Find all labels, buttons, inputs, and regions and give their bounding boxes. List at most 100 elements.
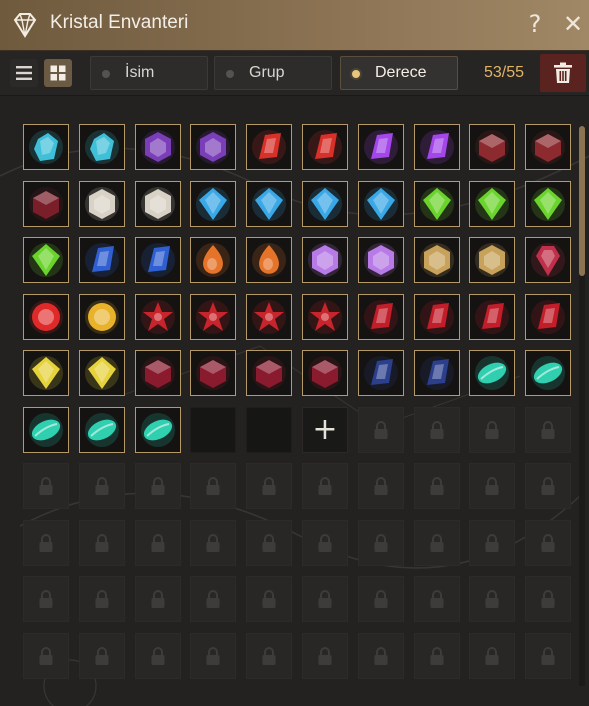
purple-hexagon-icon — [141, 130, 175, 164]
locked-slot — [358, 407, 404, 453]
crystal-slot[interactable] — [23, 237, 69, 283]
crystal-slot[interactable] — [414, 294, 460, 340]
vertical-scrollbar[interactable] — [579, 126, 585, 686]
crystal-slot[interactable] — [302, 237, 348, 283]
crystal-slot[interactable] — [358, 237, 404, 283]
crystal-slot[interactable] — [135, 237, 181, 283]
lock-icon — [374, 590, 388, 608]
crystal-slot[interactable] — [190, 350, 236, 396]
grid-view-button[interactable] — [44, 59, 72, 87]
help-button[interactable]: ? — [524, 10, 546, 38]
locked-slot — [414, 633, 460, 679]
lock-icon — [262, 477, 276, 495]
crystal-inventory-window: Kristal Envanteri ? ✕ İsim Grup Derece 5… — [0, 0, 589, 706]
locked-slot — [525, 407, 571, 453]
delete-button[interactable] — [540, 54, 586, 92]
crystal-slot[interactable] — [302, 124, 348, 170]
crystal-slot[interactable] — [469, 350, 515, 396]
crystal-slot[interactable] — [469, 237, 515, 283]
navy-shard-icon — [420, 356, 454, 390]
sapphire-icon — [141, 243, 175, 277]
list-view-button[interactable] — [10, 59, 38, 87]
crystal-slot[interactable] — [246, 237, 292, 283]
sort-tab-group[interactable]: Grup — [214, 56, 332, 90]
sort-tab-label: İsim — [125, 64, 155, 81]
scroll-thumb[interactable] — [579, 126, 585, 276]
lock-icon — [262, 647, 276, 665]
add-slot-button[interactable]: + — [302, 407, 348, 453]
crystal-slot[interactable] — [135, 124, 181, 170]
inventory-count: 53/55 — [484, 64, 525, 81]
crystal-slot[interactable] — [23, 407, 69, 453]
crystal-slot[interactable] — [302, 350, 348, 396]
crystal-slot[interactable] — [79, 237, 125, 283]
crystal-slot[interactable] — [23, 181, 69, 227]
crystal-slot[interactable] — [79, 350, 125, 396]
lock-icon — [318, 534, 332, 552]
radio-indicator — [102, 70, 110, 78]
crystal-slot[interactable] — [525, 294, 571, 340]
close-button[interactable]: ✕ — [560, 10, 586, 38]
empty-slot[interactable] — [246, 407, 292, 453]
crystal-slot[interactable] — [23, 294, 69, 340]
sort-tab-name[interactable]: İsim — [90, 56, 208, 90]
sort-tab-grade[interactable]: Derece — [340, 56, 458, 90]
crystal-slot[interactable] — [525, 350, 571, 396]
teal-leaf-icon — [29, 413, 63, 447]
crystal-slot[interactable] — [246, 350, 292, 396]
lock-icon — [318, 590, 332, 608]
crystal-slot[interactable] — [358, 181, 404, 227]
locked-slot — [246, 463, 292, 509]
radio-indicator — [226, 70, 234, 78]
crystal-slot[interactable] — [358, 124, 404, 170]
crystal-slot[interactable] — [525, 237, 571, 283]
crystal-slot[interactable] — [414, 181, 460, 227]
lock-icon — [151, 534, 165, 552]
crystal-slot[interactable] — [190, 124, 236, 170]
title-bar[interactable]: Kristal Envanteri ? ✕ — [0, 0, 589, 51]
crystal-slot[interactable] — [358, 350, 404, 396]
crystal-slot[interactable] — [469, 181, 515, 227]
crystal-slot[interactable] — [79, 124, 125, 170]
crystal-slot[interactable] — [414, 350, 460, 396]
ruby-pendant-icon — [531, 243, 565, 277]
crystal-slot[interactable] — [246, 181, 292, 227]
crystal-slot[interactable] — [302, 294, 348, 340]
locked-slot — [302, 463, 348, 509]
crystal-slot[interactable] — [414, 124, 460, 170]
crystal-slot[interactable] — [246, 294, 292, 340]
crystal-slot[interactable] — [135, 350, 181, 396]
locked-slot — [79, 633, 125, 679]
sort-tab-label: Grup — [249, 64, 285, 81]
crystal-slot[interactable] — [79, 407, 125, 453]
crystal-slot[interactable] — [246, 124, 292, 170]
crystal-slot[interactable] — [358, 294, 404, 340]
crystal-slot[interactable] — [190, 181, 236, 227]
crystal-slot[interactable] — [525, 181, 571, 227]
crystal-slot[interactable] — [190, 237, 236, 283]
crystal-slot[interactable] — [135, 407, 181, 453]
locked-slot — [190, 520, 236, 566]
locked-slot — [302, 576, 348, 622]
crystal-slot[interactable] — [79, 181, 125, 227]
locked-slot — [469, 576, 515, 622]
crystal-slot[interactable] — [135, 294, 181, 340]
crystal-slot[interactable] — [135, 181, 181, 227]
empty-slot[interactable] — [190, 407, 236, 453]
dark-red-ring-icon — [29, 187, 63, 221]
ruby-icon — [364, 300, 398, 334]
crystal-slot[interactable] — [469, 294, 515, 340]
crystal-slot[interactable] — [79, 294, 125, 340]
crystal-slot[interactable] — [469, 124, 515, 170]
locked-slot — [190, 576, 236, 622]
crystal-slot[interactable] — [23, 124, 69, 170]
radio-indicator — [352, 70, 360, 78]
crystal-slot[interactable] — [23, 350, 69, 396]
locked-slot — [358, 463, 404, 509]
crystal-slot[interactable] — [302, 181, 348, 227]
lock-icon — [262, 534, 276, 552]
crystal-slot[interactable] — [190, 294, 236, 340]
lock-icon — [541, 647, 555, 665]
crystal-slot[interactable] — [525, 124, 571, 170]
crystal-slot[interactable] — [414, 237, 460, 283]
